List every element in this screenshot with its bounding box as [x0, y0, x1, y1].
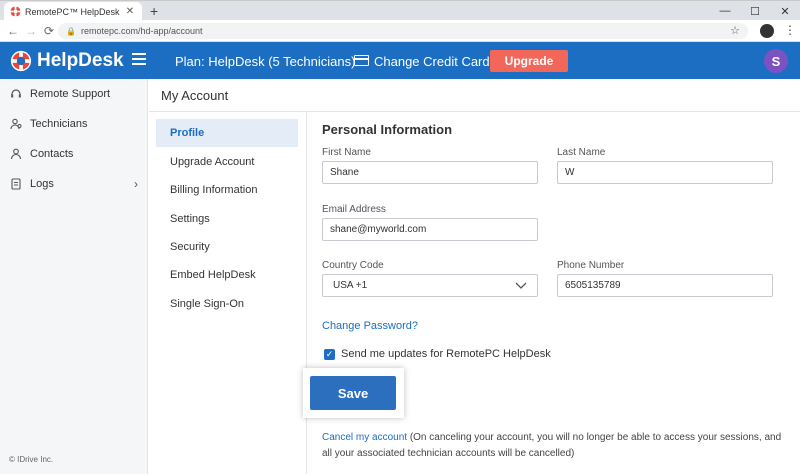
lifebuoy-logo-icon — [10, 50, 32, 72]
email-label: Email Address — [322, 204, 386, 215]
chevron-right-icon[interactable]: › — [134, 177, 138, 191]
app-header: HelpDesk Plan: HelpDesk (5 Technicians) … — [0, 42, 800, 79]
profile-form: Personal Information First Name Last Nam… — [303, 112, 800, 474]
country-code-value: USA +1 — [333, 280, 368, 291]
back-icon[interactable]: ← — [4, 24, 22, 38]
subnav-item-upgrade-account[interactable]: Upgrade Account — [156, 148, 298, 176]
address-bar: ← → ⟳ 🔒 remotepc.com/hd-app/account ☆ — [0, 20, 800, 42]
sidebar-item-remote-support[interactable]: Remote Support — [10, 85, 140, 103]
last-name-label: Last Name — [557, 147, 606, 158]
user-avatar[interactable]: S — [764, 49, 788, 73]
tab-close-icon[interactable]: ✕ — [124, 6, 136, 17]
sidebar-item-technicians[interactable]: Technicians — [10, 115, 140, 133]
change-password-link[interactable]: Change Password? — [322, 320, 418, 332]
sidebar-item-label: Technicians — [30, 118, 88, 130]
first-name-label: First Name — [322, 147, 371, 158]
browser-tabstrip: RemotePC™ HelpDesk - my accoun ✕ + — ☐ ✕ — [0, 0, 800, 21]
change-credit-card-link[interactable]: Change Credit Card — [374, 54, 490, 69]
credit-card-icon[interactable] — [354, 55, 369, 66]
browser-profile-icon[interactable] — [760, 24, 774, 38]
logo-text: HelpDesk — [37, 50, 124, 71]
tab-title: RemotePC™ HelpDesk - my accoun — [25, 6, 120, 17]
chevron-down-icon — [515, 282, 527, 289]
upgrade-button[interactable]: Upgrade — [490, 50, 568, 72]
window-close-icon[interactable]: ✕ — [770, 1, 800, 21]
sidebar-item-label: Logs — [30, 178, 54, 190]
updates-checkbox[interactable]: ✓ — [324, 348, 335, 360]
subnav-item-security[interactable]: Security — [156, 233, 298, 261]
window-controls: — ☐ ✕ — [710, 1, 800, 21]
technicians-icon — [10, 118, 22, 130]
hamburger-menu-icon[interactable] — [132, 53, 146, 68]
subnav-item-single-sign-on[interactable]: Single Sign-On — [156, 290, 298, 318]
country-code-select[interactable]: USA +1 — [322, 274, 538, 297]
copyright: © IDrive Inc. — [9, 455, 54, 464]
updates-checkbox-label: Send me updates for RemotePC HelpDesk — [341, 348, 551, 360]
reload-icon[interactable]: ⟳ — [40, 24, 58, 38]
maximize-icon[interactable]: ☐ — [740, 1, 770, 21]
cancel-account-link[interactable]: Cancel my account — [322, 432, 407, 443]
browser-tab[interactable]: RemotePC™ HelpDesk - my accoun ✕ — [4, 2, 142, 21]
sidebar-item-contacts[interactable]: Contacts — [10, 145, 140, 163]
new-tab-icon[interactable]: + — [150, 3, 158, 19]
browser-menu-icon[interactable]: ⋮ — [784, 23, 796, 37]
page-title: My Account — [161, 88, 229, 103]
account-subnav: Profile Upgrade Account Billing Informat… — [149, 112, 307, 474]
section-title: Personal Information — [322, 122, 453, 137]
sidebar-item-label: Contacts — [30, 148, 74, 160]
sidebar-item-label: Remote Support — [30, 88, 111, 100]
save-button[interactable]: Save — [310, 376, 396, 410]
url-input[interactable]: 🔒 remotepc.com/hd-app/account ☆ — [58, 23, 748, 39]
logs-icon — [11, 178, 21, 190]
subnav-item-embed-helpdesk[interactable]: Embed HelpDesk — [156, 261, 298, 289]
phone-label: Phone Number — [557, 260, 625, 271]
first-name-field[interactable] — [322, 161, 538, 184]
remotepc-favicon-icon — [10, 6, 21, 17]
phone-field[interactable] — [557, 274, 773, 297]
forward-icon[interactable]: → — [22, 24, 40, 38]
sidebar-item-logs[interactable]: Logs › — [10, 175, 140, 193]
last-name-field[interactable] — [557, 161, 773, 184]
plan-label: Plan: HelpDesk (5 Technicians) — [175, 54, 356, 69]
helpdesk-logo[interactable]: HelpDesk — [10, 50, 124, 72]
lock-icon: 🔒 — [66, 26, 76, 36]
headset-icon — [11, 89, 21, 98]
subnav-item-settings[interactable]: Settings — [156, 205, 298, 233]
bookmark-star-icon[interactable]: ☆ — [730, 24, 740, 37]
minimize-icon[interactable]: — — [710, 1, 740, 21]
subnav-item-billing-information[interactable]: Billing Information — [156, 176, 298, 204]
save-button-highlight: Save — [303, 368, 404, 418]
email-field[interactable] — [322, 218, 538, 241]
country-code-label: Country Code — [322, 260, 384, 271]
updates-checkbox-row[interactable]: ✓ Send me updates for RemotePC HelpDesk — [324, 348, 551, 360]
contact-icon — [10, 148, 22, 160]
sidebar: Remote Support Technicians Contacts Logs… — [0, 79, 148, 474]
url-text: remotepc.com/hd-app/account — [80, 26, 203, 36]
cancel-account-note: Cancel my account (On canceling your acc… — [322, 430, 792, 462]
subnav-item-profile[interactable]: Profile — [156, 119, 298, 147]
